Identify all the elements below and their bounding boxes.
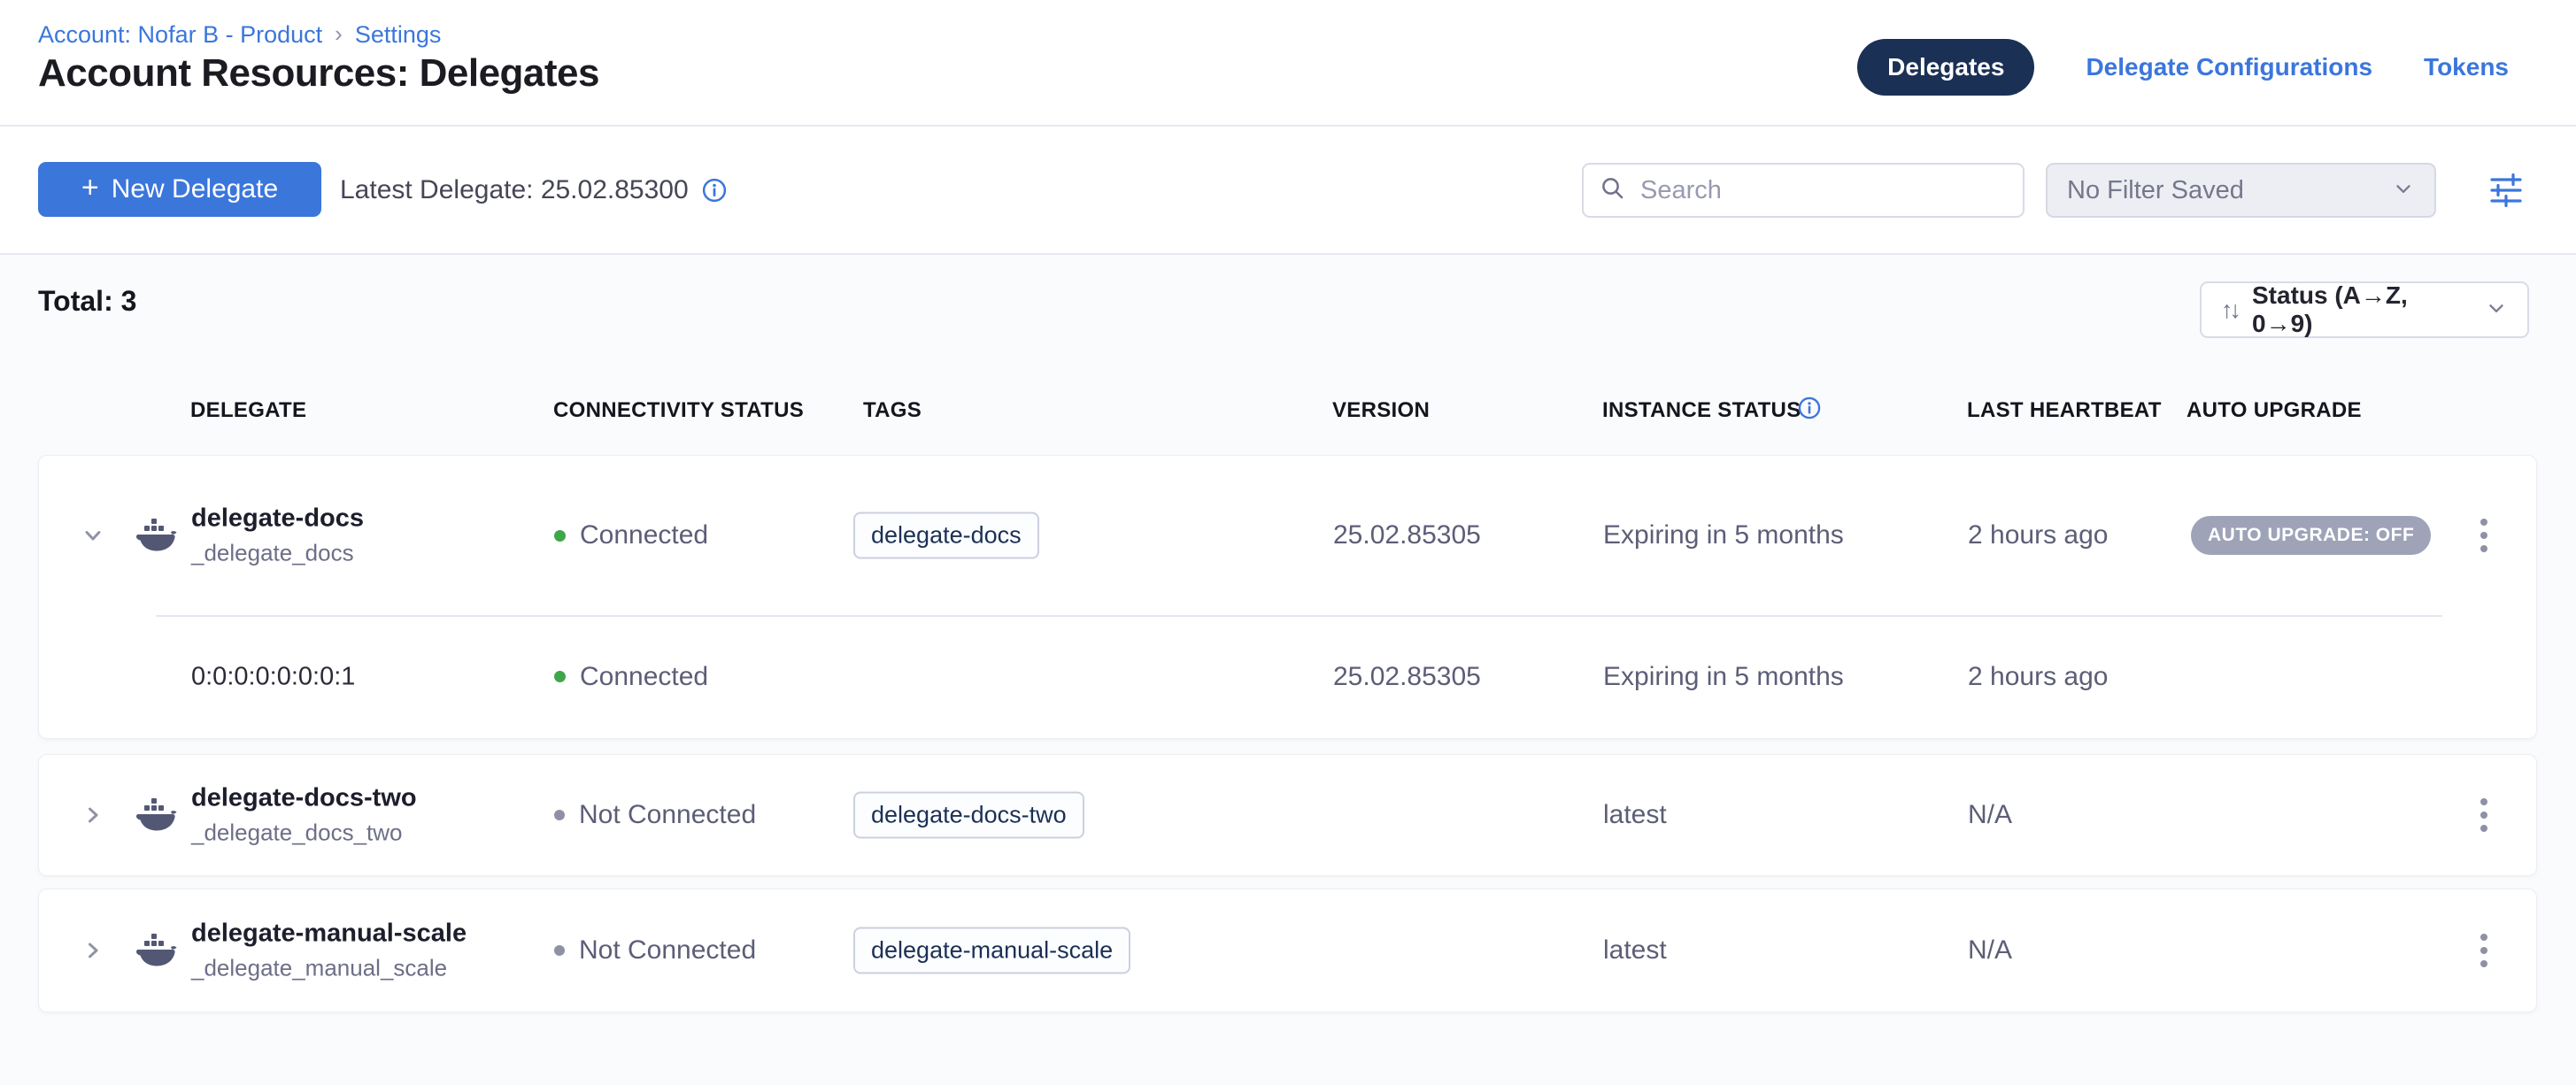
page-title: Account Resources: Delegates xyxy=(38,51,599,96)
disconnected-dot-icon xyxy=(554,945,565,956)
delegate-card-delegate-docs-two: delegate-docs-two _delegate_docs_two Not… xyxy=(38,754,2537,876)
delegate-row: delegate-docs _delegate_docs Connected d… xyxy=(39,456,2536,615)
chevron-right-icon[interactable] xyxy=(78,935,108,966)
column-auto-upgrade: AUTO UPGRADE xyxy=(2187,393,2362,428)
column-delegate: DELEGATE xyxy=(190,393,306,428)
page-header: Account: Nofar B - Product › Settings Ac… xyxy=(0,0,2576,127)
delegate-instance-row: 0:0:0:0:0:0:0:1 Connected 25.02.85305 Ex… xyxy=(39,615,2536,738)
search-box xyxy=(1582,163,2025,218)
new-delegate-label: New Delegate xyxy=(112,174,278,204)
connected-dot-icon xyxy=(554,671,566,682)
delegate-row: delegate-docs-two _delegate_docs_two Not… xyxy=(39,755,2536,875)
last-heartbeat-value: 2 hours ago xyxy=(1968,520,2108,550)
tab-delegates[interactable]: Delegates xyxy=(1857,39,2034,96)
delegate-name-cell[interactable]: delegate-docs-two _delegate_docs_two xyxy=(191,784,417,847)
connectivity-text: Not Connected xyxy=(579,935,756,966)
tag-chip: delegate-docs-two xyxy=(853,792,1084,839)
tag-chip: delegate-docs xyxy=(853,512,1039,559)
version-value: 25.02.85305 xyxy=(1333,520,1481,550)
connected-dot-icon xyxy=(554,530,566,542)
instance-status-value: Expiring in 5 months xyxy=(1603,662,1844,692)
auto-upgrade-badge: AUTO UPGRADE: OFF xyxy=(2191,516,2431,555)
total-count: Total: 3 xyxy=(38,285,136,318)
delegate-name: delegate-docs-two xyxy=(191,784,417,813)
delegate-name: delegate-manual-scale xyxy=(191,920,467,949)
chevron-down-icon xyxy=(2485,296,2508,324)
delegate-name-cell[interactable]: delegate-docs _delegate_docs xyxy=(191,504,364,567)
tab-tokens[interactable]: Tokens xyxy=(2424,53,2509,81)
delegates-page: Account: Nofar B - Product › Settings Ac… xyxy=(0,0,2576,1085)
docker-icon xyxy=(135,796,179,835)
new-delegate-button[interactable]: + New Delegate xyxy=(38,162,321,217)
instance-status-value: latest xyxy=(1603,800,1667,830)
latest-delegate: Latest Delegate: 25.02.85300 xyxy=(340,127,728,253)
last-heartbeat-value: N/A xyxy=(1968,800,2012,830)
docker-icon xyxy=(135,516,179,555)
chevron-down-icon xyxy=(2392,177,2415,204)
delegate-card-delegate-manual-scale: delegate-manual-scale _delegate_manual_s… xyxy=(38,889,2537,1012)
connectivity-status: Connected xyxy=(554,662,708,692)
connectivity-status: Connected xyxy=(554,520,708,550)
breadcrumb-account-link[interactable]: Account: Nofar B - Product xyxy=(38,21,322,49)
version-value: 25.02.85305 xyxy=(1333,662,1481,692)
row-menu-button[interactable] xyxy=(2466,512,2502,558)
search-icon xyxy=(1600,175,1626,206)
instance-status-value: latest xyxy=(1603,935,1667,966)
disconnected-dot-icon xyxy=(554,810,565,820)
column-version: VERSION xyxy=(1332,393,1430,428)
chevron-down-icon[interactable] xyxy=(78,520,108,550)
column-last-heartbeat: LAST HEARTBEAT xyxy=(1967,393,2162,428)
delegate-identifier: _delegate_docs_two xyxy=(191,820,417,847)
breadcrumb: Account: Nofar B - Product › Settings xyxy=(38,21,441,49)
latest-delegate-text: Latest Delegate: 25.02.85300 xyxy=(340,175,689,205)
saved-filter-value: No Filter Saved xyxy=(2067,176,2392,205)
delegate-name-cell[interactable]: delegate-manual-scale _delegate_manual_s… xyxy=(191,920,467,982)
table-header: DELEGATE CONNECTIVITY STATUS TAGS VERSIO… xyxy=(0,393,2576,428)
breadcrumb-settings-link[interactable]: Settings xyxy=(355,21,442,49)
tag-chip: delegate-manual-scale xyxy=(853,927,1130,974)
last-heartbeat-value: 2 hours ago xyxy=(1968,662,2108,692)
instance-host: 0:0:0:0:0:0:0:1 xyxy=(191,662,355,691)
tab-delegate-configurations[interactable]: Delegate Configurations xyxy=(2086,53,2372,81)
connectivity-status: Not Connected xyxy=(554,800,756,830)
breadcrumb-separator-icon: › xyxy=(335,20,343,48)
sort-dropdown[interactable]: ↑↓ Status (A→Z, 0→9) xyxy=(2200,281,2529,338)
resource-tabs: Delegates Delegate Configurations Tokens xyxy=(1857,39,2509,96)
delegate-row: delegate-manual-scale _delegate_manual_s… xyxy=(39,889,2536,1012)
docker-icon xyxy=(135,931,179,970)
delegate-name: delegate-docs xyxy=(191,504,364,534)
plus-icon: + xyxy=(81,173,99,203)
toolbar: + New Delegate Latest Delegate: 25.02.85… xyxy=(0,127,2576,255)
search-input[interactable] xyxy=(1639,175,2007,206)
connectivity-text: Connected xyxy=(580,662,708,692)
sort-arrows-icon: ↑↓ xyxy=(2221,296,2238,324)
info-icon[interactable] xyxy=(1797,396,1822,425)
chevron-right-icon[interactable] xyxy=(78,800,108,830)
instance-status-value: Expiring in 5 months xyxy=(1603,520,1844,550)
row-menu-button[interactable] xyxy=(2466,792,2502,838)
connectivity-status: Not Connected xyxy=(554,935,756,966)
sort-label: Status (A→Z, 0→9) xyxy=(2252,281,2471,338)
connectivity-text: Connected xyxy=(580,520,708,550)
column-connectivity-status: CONNECTIVITY STATUS xyxy=(553,393,804,428)
delegate-identifier: _delegate_docs xyxy=(191,540,364,567)
row-menu-button[interactable] xyxy=(2466,927,2502,973)
last-heartbeat-value: N/A xyxy=(1968,935,2012,966)
saved-filter-dropdown[interactable]: No Filter Saved xyxy=(2046,163,2436,218)
delegate-card-delegate-docs: delegate-docs _delegate_docs Connected d… xyxy=(38,455,2537,739)
delegate-identifier: _delegate_manual_scale xyxy=(191,955,467,982)
info-icon[interactable] xyxy=(701,177,728,204)
filter-sliders-icon[interactable] xyxy=(2486,173,2526,208)
connectivity-text: Not Connected xyxy=(579,800,756,830)
column-instance-status: INSTANCE STATUS xyxy=(1602,393,1801,428)
column-tags: TAGS xyxy=(863,393,922,428)
